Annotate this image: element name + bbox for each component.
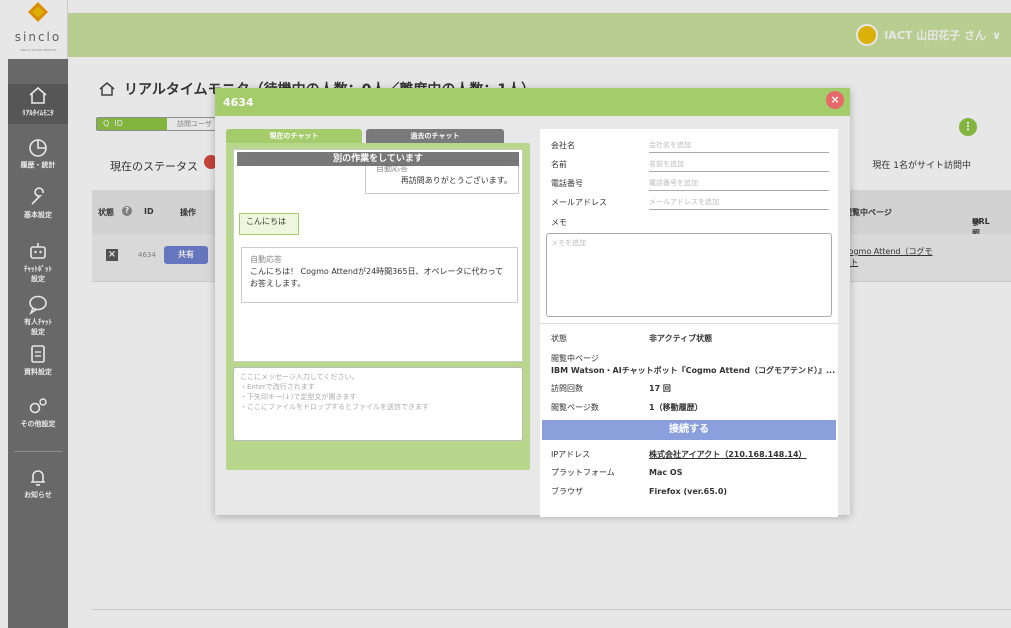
busy-banner: 別の作業をしています [237,152,519,166]
info-value: 17 回 [649,384,671,393]
email-input[interactable]: メールアドレスを追加 [649,197,829,210]
modal-body: 現在のチャット 過去のチャット 自動応答 再訪問ありがとうございます。 別の作業… [215,116,850,517]
field-label: メモ [551,218,567,227]
input-hint-1: ここにメッセージ入力してください。 [240,373,359,381]
info-label: 閲覧中ページ [551,354,599,363]
input-hint-3: ・下矢印キー(↓)で定型文が開きます [240,393,357,401]
company-input[interactable]: 会社名を追加 [649,140,829,153]
info-label: IPアドレス [551,450,591,459]
chat-log[interactable]: 自動応答 再訪問ありがとうございます。 別の作業をしています こんにちは 自動応… [233,149,523,362]
info-value: IBM Watson・AIチャットボット『Cogmo Attend（コグモアテン… [551,366,836,375]
visitor-message: こんにちは [239,213,299,235]
info-label: 訪問回数 [551,384,583,393]
info-state: 状態 非アクティブ状態 [551,333,712,344]
auto-reply-title: 自動応答 [250,255,282,264]
chat-message-input[interactable]: ここにメッセージ入力してください。 ・Enterで改行されます ・下矢印キー(↓… [233,367,523,441]
visitor-detail-modal: 4634 × 現在のチャット 過去のチャット 自動応答 再訪問ありがとうございま… [215,88,850,517]
auto-reply-text: こんにちは！ Cogmo Attendが24時間365日、オペレータに代わってお… [250,267,504,288]
info-visits: 訪問回数 17 回 [551,383,671,394]
info-value: 非アクティブ状態 [649,334,713,343]
divider [540,323,838,324]
auto-reply-message: 自動応答 こんにちは！ Cogmo Attendが24時間365日、オペレータに… [241,247,518,303]
close-icon[interactable]: × [826,91,844,109]
info-label: プラットフォーム [551,468,615,477]
info-label: 閲覧ページ数 [551,403,599,412]
visitor-info-panel: 会社名 会社名を追加 名前 名前を追加 電話番号 電話番号を追加 メールアドレス… [540,129,838,517]
info-label: ブラウザ [551,487,583,496]
info-page-label: 閲覧中ページ [551,353,649,364]
info-platform: プラットフォーム Mac OS [551,467,682,478]
phone-input[interactable]: 電話番号を追加 [649,178,829,191]
chat-panel: 自動応答 再訪問ありがとうございます。 別の作業をしています こんにちは 自動応… [226,143,530,470]
chat-tabs: 現在のチャット 過去のチャット [226,129,504,143]
info-value: Mac OS [649,468,683,477]
tab-past-chat[interactable]: 過去のチャット [366,129,504,143]
memo-textarea[interactable]: メモを追加 [546,233,832,317]
field-label: 電話番号 [551,179,583,188]
tab-current-chat[interactable]: 現在のチャット [226,129,362,143]
info-value[interactable]: 1（移動履歴） [649,403,703,412]
info-pageviews: 閲覧ページ数 1（移動履歴） [551,402,703,413]
modal-title: 4634 [223,96,254,109]
info-value[interactable]: 株式会社アイアクト（210.168.148.14） [649,450,807,459]
info-label: 状態 [551,334,567,343]
info-ip: IPアドレス 株式会社アイアクト（210.168.148.14） [551,449,807,460]
input-hint-4: ・ここにファイルをドロップするとファイルを送信できます [240,403,429,411]
input-hint-2: ・Enterで改行されます [240,383,315,391]
modal-header[interactable]: 4634 × [215,88,850,116]
info-value: Firefox (ver.65.0) [649,487,728,496]
app-window: sinclo SINCLO CLOUD SERVICE ﾘｱﾙﾀｲﾑﾓﾆﾀ 履歴… [0,0,1011,628]
field-label: 会社名 [551,141,575,150]
info-browser: ブラウザ Firefox (ver.65.0) [551,486,727,497]
name-input[interactable]: 名前を追加 [649,159,829,172]
connect-button[interactable]: 接続する [542,420,836,440]
info-page[interactable]: IBM Watson・AIチャットボット『Cogmo Attend（コグモアテン… [551,365,835,376]
auto-reply-text: 再訪問ありがとうございます。 [400,176,512,185]
field-label: メールアドレス [551,198,607,207]
field-label: 名前 [551,160,567,169]
